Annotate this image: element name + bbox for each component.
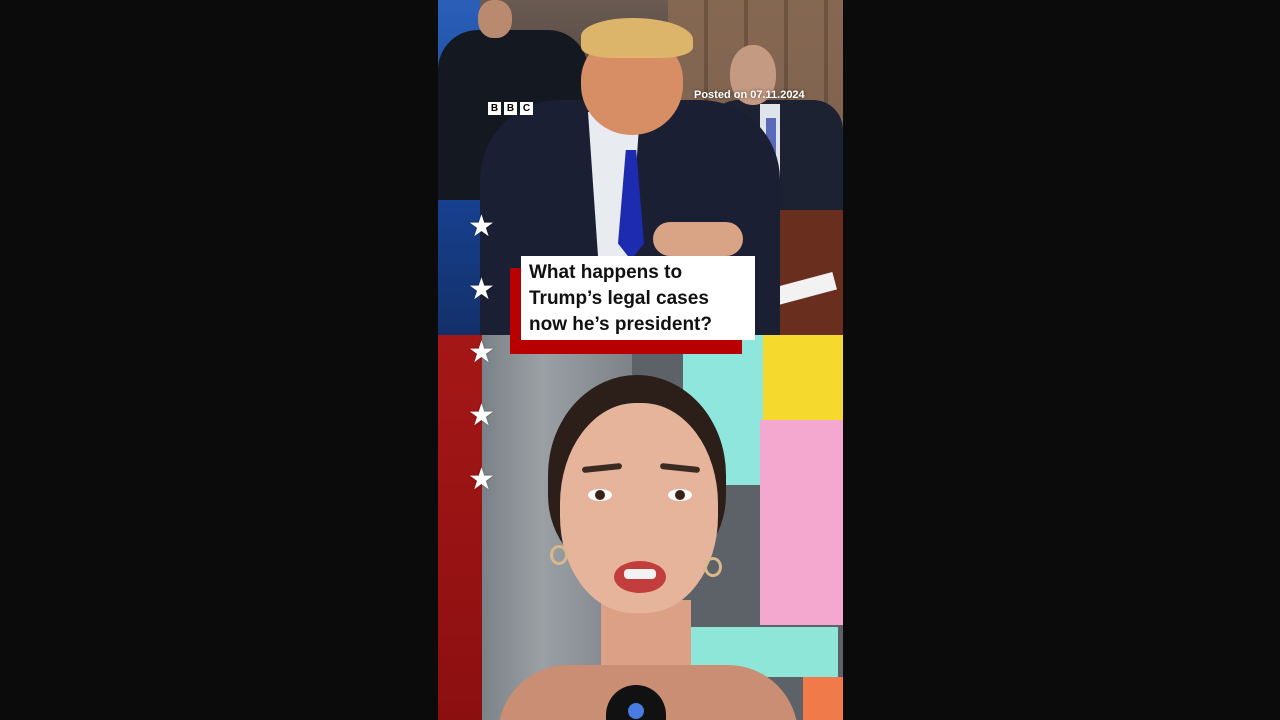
star-icon: ★ <box>468 398 495 433</box>
yellow-panel <box>763 335 843 430</box>
bbc-logo: B B C <box>488 102 533 115</box>
video-frame[interactable]: B B C Posted on 07.11.2024 ★ ★ ★ ★ ★ Wha… <box>438 0 843 720</box>
presenter-shot <box>438 335 843 720</box>
star-icon: ★ <box>468 462 495 497</box>
logo-letter: B <box>488 102 501 115</box>
presenter-right-eye <box>668 489 692 501</box>
headline-line: What happens to <box>529 262 683 283</box>
headline-caption: What happens to Trump’s legal cases now … <box>521 256 755 340</box>
red-side-band <box>438 335 482 720</box>
defendant-hair <box>581 18 693 58</box>
defendant-hand <box>653 222 743 256</box>
officer-head <box>478 0 512 38</box>
logo-letter: B <box>504 102 517 115</box>
pink-panel <box>760 420 843 625</box>
right-earring <box>704 557 722 577</box>
logo-letter: C <box>520 102 533 115</box>
star-icon: ★ <box>468 272 495 307</box>
headline-line: now he’s president? <box>529 314 712 335</box>
left-earring <box>550 545 568 565</box>
star-icon: ★ <box>468 335 495 370</box>
posted-date-label: Posted on 07.11.2024 <box>694 89 805 101</box>
presenter-mouth <box>614 561 666 593</box>
star-icon: ★ <box>468 209 495 244</box>
headline-line: Trump’s legal cases <box>529 288 709 309</box>
orange-panel <box>803 677 843 720</box>
presenter-left-eye <box>588 489 612 501</box>
